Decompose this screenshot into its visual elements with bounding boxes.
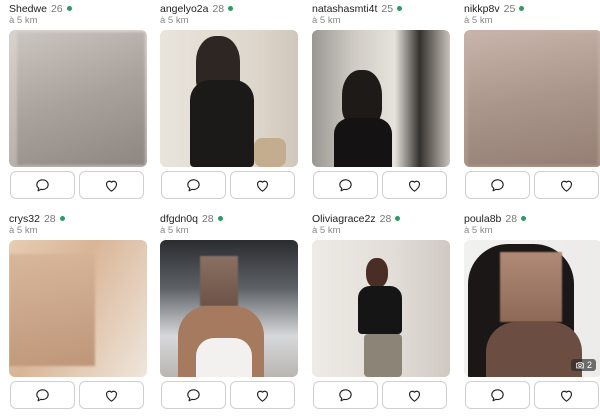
heart-icon: [105, 390, 118, 402]
chat-bubble-icon: [187, 388, 200, 401]
profile-card[interactable]: dfgdn0q 28 à 5 km: [160, 213, 298, 413]
profile-card[interactable]: angelyo2a 28 à 5 km: [160, 3, 298, 203]
profile-distance: à 5 km: [464, 15, 493, 26]
person-body: [358, 286, 402, 334]
online-indicator: [521, 215, 527, 221]
like-button[interactable]: [79, 381, 144, 409]
blurred-face: [17, 32, 145, 165]
chat-bubble-icon: [36, 178, 49, 191]
message-button[interactable]: [10, 171, 75, 199]
message-button[interactable]: [465, 171, 530, 199]
profile-photo[interactable]: 2: [464, 240, 600, 377]
blurred-face: [9, 254, 95, 366]
chat-bubble-icon: [491, 178, 504, 191]
profile-name: poula8b 28: [464, 213, 527, 225]
message-button[interactable]: [313, 381, 378, 409]
profile-name: angelyo2a 28: [160, 3, 234, 15]
message-button[interactable]: [313, 171, 378, 199]
online-indicator: [397, 5, 403, 11]
heart-icon: [105, 180, 118, 192]
profile-name: natashasmti4t 25: [312, 3, 403, 15]
online-indicator: [519, 5, 525, 11]
profile-distance: à 5 km: [160, 15, 189, 26]
like-button[interactable]: [230, 381, 295, 409]
heart-icon: [560, 390, 573, 402]
profile-name: Oliviagrace2z 28: [312, 213, 401, 225]
profile-photo[interactable]: [312, 240, 450, 377]
profile-distance: à 5 km: [312, 225, 341, 236]
message-button[interactable]: [10, 381, 75, 409]
bag: [254, 138, 286, 167]
profile-age: 28: [201, 213, 214, 225]
profile-age: 25: [381, 3, 394, 15]
profile-age: 28: [43, 213, 56, 225]
heart-icon: [408, 180, 421, 192]
message-button[interactable]: [161, 171, 226, 199]
online-indicator: [59, 215, 65, 221]
profile-age: 25: [503, 3, 516, 15]
profile-photo[interactable]: [312, 30, 450, 167]
photo-count: 2: [586, 360, 592, 370]
profile-distance: à 5 km: [9, 225, 38, 236]
profile-photo[interactable]: [9, 240, 147, 377]
profile-card[interactable]: Shedwe 26 à 5 km: [9, 3, 147, 203]
profile-card[interactable]: poula8b 28 à 5 km 2: [464, 213, 600, 413]
heart-icon: [408, 390, 421, 402]
person-body: [334, 118, 392, 167]
profile-name: crys32 28: [9, 213, 65, 225]
like-button[interactable]: [230, 171, 295, 199]
heart-icon: [560, 180, 573, 192]
blurred-face: [200, 256, 238, 306]
like-button[interactable]: [534, 381, 599, 409]
profile-distance: à 5 km: [160, 225, 189, 236]
photo-count-badge: 2: [570, 359, 596, 371]
profile-photo[interactable]: [464, 30, 600, 167]
profile-age: 28: [505, 213, 518, 225]
profile-grid: Shedwe 26 à 5 km angelyo2a 28 à 5 km natas…: [0, 0, 600, 416]
profile-card[interactable]: nikkp8v 25 à 5 km: [464, 3, 600, 203]
profile-name: dfgdn0q 28: [160, 213, 223, 225]
blurred-face: [500, 252, 562, 322]
profile-card[interactable]: Oliviagrace2z 28 à 5 km: [312, 213, 450, 413]
chat-bubble-icon: [491, 388, 504, 401]
person-body: [486, 322, 582, 377]
online-indicator: [66, 5, 72, 11]
camera-icon: [576, 362, 584, 369]
profile-age: 28: [212, 3, 225, 15]
heart-icon: [256, 390, 269, 402]
person-silhouette: [342, 70, 382, 125]
like-button[interactable]: [382, 381, 447, 409]
chat-bubble-icon: [36, 388, 49, 401]
chat-bubble-icon: [187, 178, 200, 191]
profile-card[interactable]: crys32 28 à 5 km: [9, 213, 147, 413]
person-silhouette: [366, 258, 388, 288]
online-indicator: [217, 215, 223, 221]
profile-age: 28: [379, 213, 392, 225]
heart-icon: [256, 180, 269, 192]
chat-bubble-icon: [339, 178, 352, 191]
person-legs: [364, 334, 402, 377]
online-indicator: [395, 215, 401, 221]
chat-bubble-icon: [339, 388, 352, 401]
profile-distance: à 5 km: [9, 15, 38, 26]
online-indicator: [228, 5, 234, 11]
like-button[interactable]: [534, 171, 599, 199]
profile-distance: à 5 km: [312, 15, 341, 26]
like-button[interactable]: [79, 171, 144, 199]
profile-distance: à 5 km: [464, 225, 493, 236]
person-body: [190, 80, 254, 167]
like-button[interactable]: [382, 171, 447, 199]
profile-photo[interactable]: [9, 30, 147, 167]
white-top: [196, 338, 252, 377]
profile-name: Shedwe 26: [9, 3, 72, 15]
profile-photo[interactable]: [160, 30, 298, 167]
blurred-face: [468, 32, 598, 165]
profile-name: nikkp8v 25: [464, 3, 525, 15]
profile-photo[interactable]: [160, 240, 298, 377]
message-button[interactable]: [465, 381, 530, 409]
profile-age: 26: [50, 3, 63, 15]
profile-card[interactable]: natashasmti4t 25 à 5 km: [312, 3, 450, 203]
message-button[interactable]: [161, 381, 226, 409]
